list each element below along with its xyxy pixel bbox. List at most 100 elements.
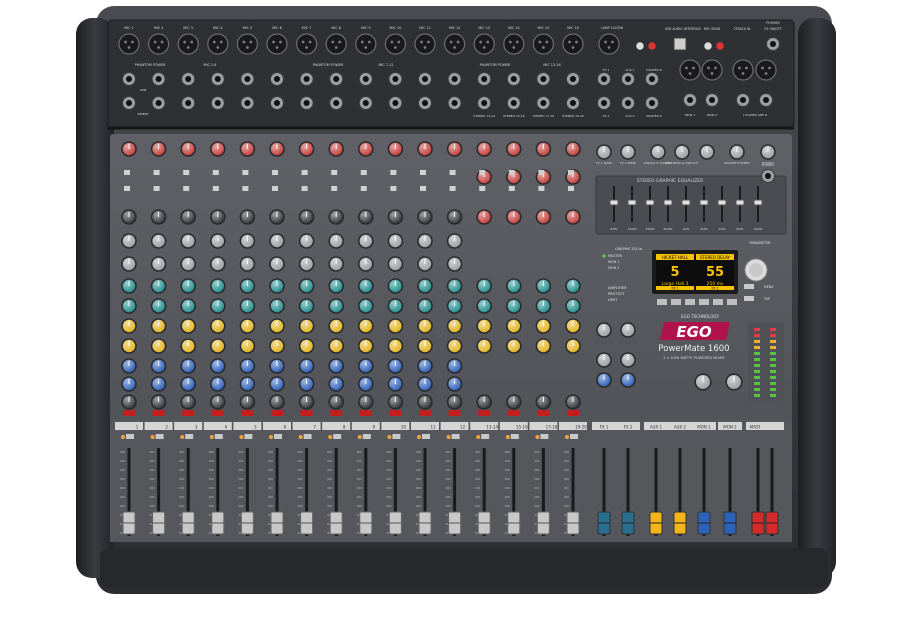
xlr-input-12[interactable]	[444, 33, 466, 55]
eq-slider-6[interactable]	[699, 199, 709, 206]
switch-phase[interactable]	[153, 186, 160, 191]
pfl-button[interactable]	[451, 434, 460, 439]
switch-hpf[interactable]	[331, 170, 338, 175]
switch-phase[interactable]	[331, 186, 338, 191]
pfl-button[interactable]	[481, 434, 490, 439]
xlr-input-4[interactable]	[207, 33, 229, 55]
eq-slider-3[interactable]	[645, 199, 655, 206]
mute-button-12[interactable]	[448, 410, 461, 416]
pfl-button[interactable]	[510, 434, 519, 439]
eq-slider-5[interactable]	[681, 199, 691, 206]
switch-hpf[interactable]	[449, 170, 456, 175]
pfl-button[interactable]	[333, 434, 342, 439]
menu-button[interactable]	[744, 284, 754, 289]
mute-button-10[interactable]	[389, 410, 402, 416]
switch-phase[interactable]	[568, 186, 574, 191]
switch-hpf[interactable]	[272, 170, 278, 175]
fx-button[interactable]	[713, 299, 723, 305]
switch-hpf[interactable]	[242, 170, 249, 175]
xlr-input-15[interactable]	[532, 33, 555, 55]
mute-button-2[interactable]	[152, 410, 165, 416]
pfl-button[interactable]	[214, 434, 223, 439]
switch-hpf[interactable]	[568, 170, 574, 175]
switch-hpf[interactable]	[183, 170, 190, 175]
tap-button[interactable]	[744, 296, 754, 301]
eq-slider-2[interactable]	[627, 199, 637, 206]
xlr-input-8[interactable]	[325, 33, 347, 55]
mute-button-3[interactable]	[182, 410, 195, 416]
rca-jack[interactable]	[647, 41, 657, 51]
mute-button-14[interactable]	[507, 410, 520, 416]
pfl-button[interactable]	[392, 434, 401, 439]
switch-phase[interactable]	[420, 186, 426, 191]
pfl-button[interactable]	[540, 434, 549, 439]
eq-slider-7[interactable]	[717, 199, 727, 206]
switch-phase[interactable]	[508, 186, 515, 191]
master-xlr-1[interactable]	[732, 59, 754, 81]
switch-hpf[interactable]	[538, 170, 545, 175]
xlr-input-13[interactable]	[473, 33, 495, 55]
mute-button-7[interactable]	[300, 410, 313, 416]
xlr-input-3[interactable]	[177, 33, 199, 55]
eq-slider-9[interactable]	[753, 199, 763, 206]
xlr-input-2[interactable]	[148, 33, 170, 55]
switch-phase[interactable]	[390, 186, 397, 191]
switch-phase[interactable]	[360, 186, 367, 191]
switch-hpf[interactable]	[390, 170, 397, 175]
master-xlr-2[interactable]	[755, 59, 777, 81]
switch-phase[interactable]	[301, 186, 308, 191]
pfl-button[interactable]	[244, 434, 253, 439]
xlr-input-7[interactable]	[296, 33, 318, 55]
fx-button[interactable]	[685, 299, 695, 305]
pfl-button[interactable]	[422, 434, 430, 439]
pfl-button[interactable]	[274, 434, 282, 439]
xlr-input-10[interactable]	[384, 33, 406, 55]
rca-jack[interactable]	[715, 41, 725, 51]
eq-slider-1[interactable]	[609, 199, 619, 206]
switch-hpf[interactable]	[212, 170, 219, 175]
pfl-button[interactable]	[126, 434, 134, 439]
mute-button-15[interactable]	[537, 410, 550, 416]
mute-button-1[interactable]	[123, 410, 135, 416]
lamp-socket[interactable]	[598, 33, 620, 55]
mute-button-9[interactable]	[359, 410, 372, 416]
xlr-input-16[interactable]	[562, 33, 584, 55]
pfl-button[interactable]	[155, 434, 164, 439]
fx-button[interactable]	[727, 299, 737, 305]
switch-phase[interactable]	[538, 186, 545, 191]
pfl-button[interactable]	[362, 434, 371, 439]
eq-slider-8[interactable]	[735, 199, 745, 206]
mute-button-16[interactable]	[567, 410, 579, 416]
fx-button[interactable]	[671, 299, 681, 305]
switch-phase[interactable]	[183, 186, 190, 191]
switch-hpf[interactable]	[508, 170, 515, 175]
switch-phase[interactable]	[242, 186, 249, 191]
mute-button-11[interactable]	[419, 410, 431, 416]
switch-phase[interactable]	[449, 186, 456, 191]
fx-button[interactable]	[657, 299, 667, 305]
xlr-input-5[interactable]	[236, 33, 258, 55]
usb-port[interactable]	[673, 37, 687, 51]
fx-button[interactable]	[699, 299, 709, 305]
switch-phase[interactable]	[272, 186, 278, 191]
mute-button-5[interactable]	[241, 410, 254, 416]
xlr-input-6[interactable]	[266, 33, 288, 55]
switch-hpf[interactable]	[124, 170, 130, 175]
mute-button-13[interactable]	[478, 410, 491, 416]
pfl-button[interactable]	[185, 434, 194, 439]
mute-button-6[interactable]	[271, 410, 283, 416]
mute-button-4[interactable]	[211, 410, 224, 416]
switch-phase[interactable]	[479, 186, 486, 191]
switch-hpf[interactable]	[479, 170, 486, 175]
switch-phase[interactable]	[124, 186, 130, 191]
switch-hpf[interactable]	[153, 170, 160, 175]
switch-hpf[interactable]	[360, 170, 367, 175]
xlr-input-11[interactable]	[414, 33, 436, 55]
xlr-input-1[interactable]	[118, 33, 140, 55]
pfl-button[interactable]	[303, 434, 312, 439]
mon-xlr-1[interactable]	[679, 59, 701, 81]
xlr-input-14[interactable]	[503, 33, 525, 55]
rca-jack[interactable]	[635, 41, 645, 51]
mute-button-8[interactable]	[330, 410, 343, 416]
switch-hpf[interactable]	[420, 170, 426, 175]
